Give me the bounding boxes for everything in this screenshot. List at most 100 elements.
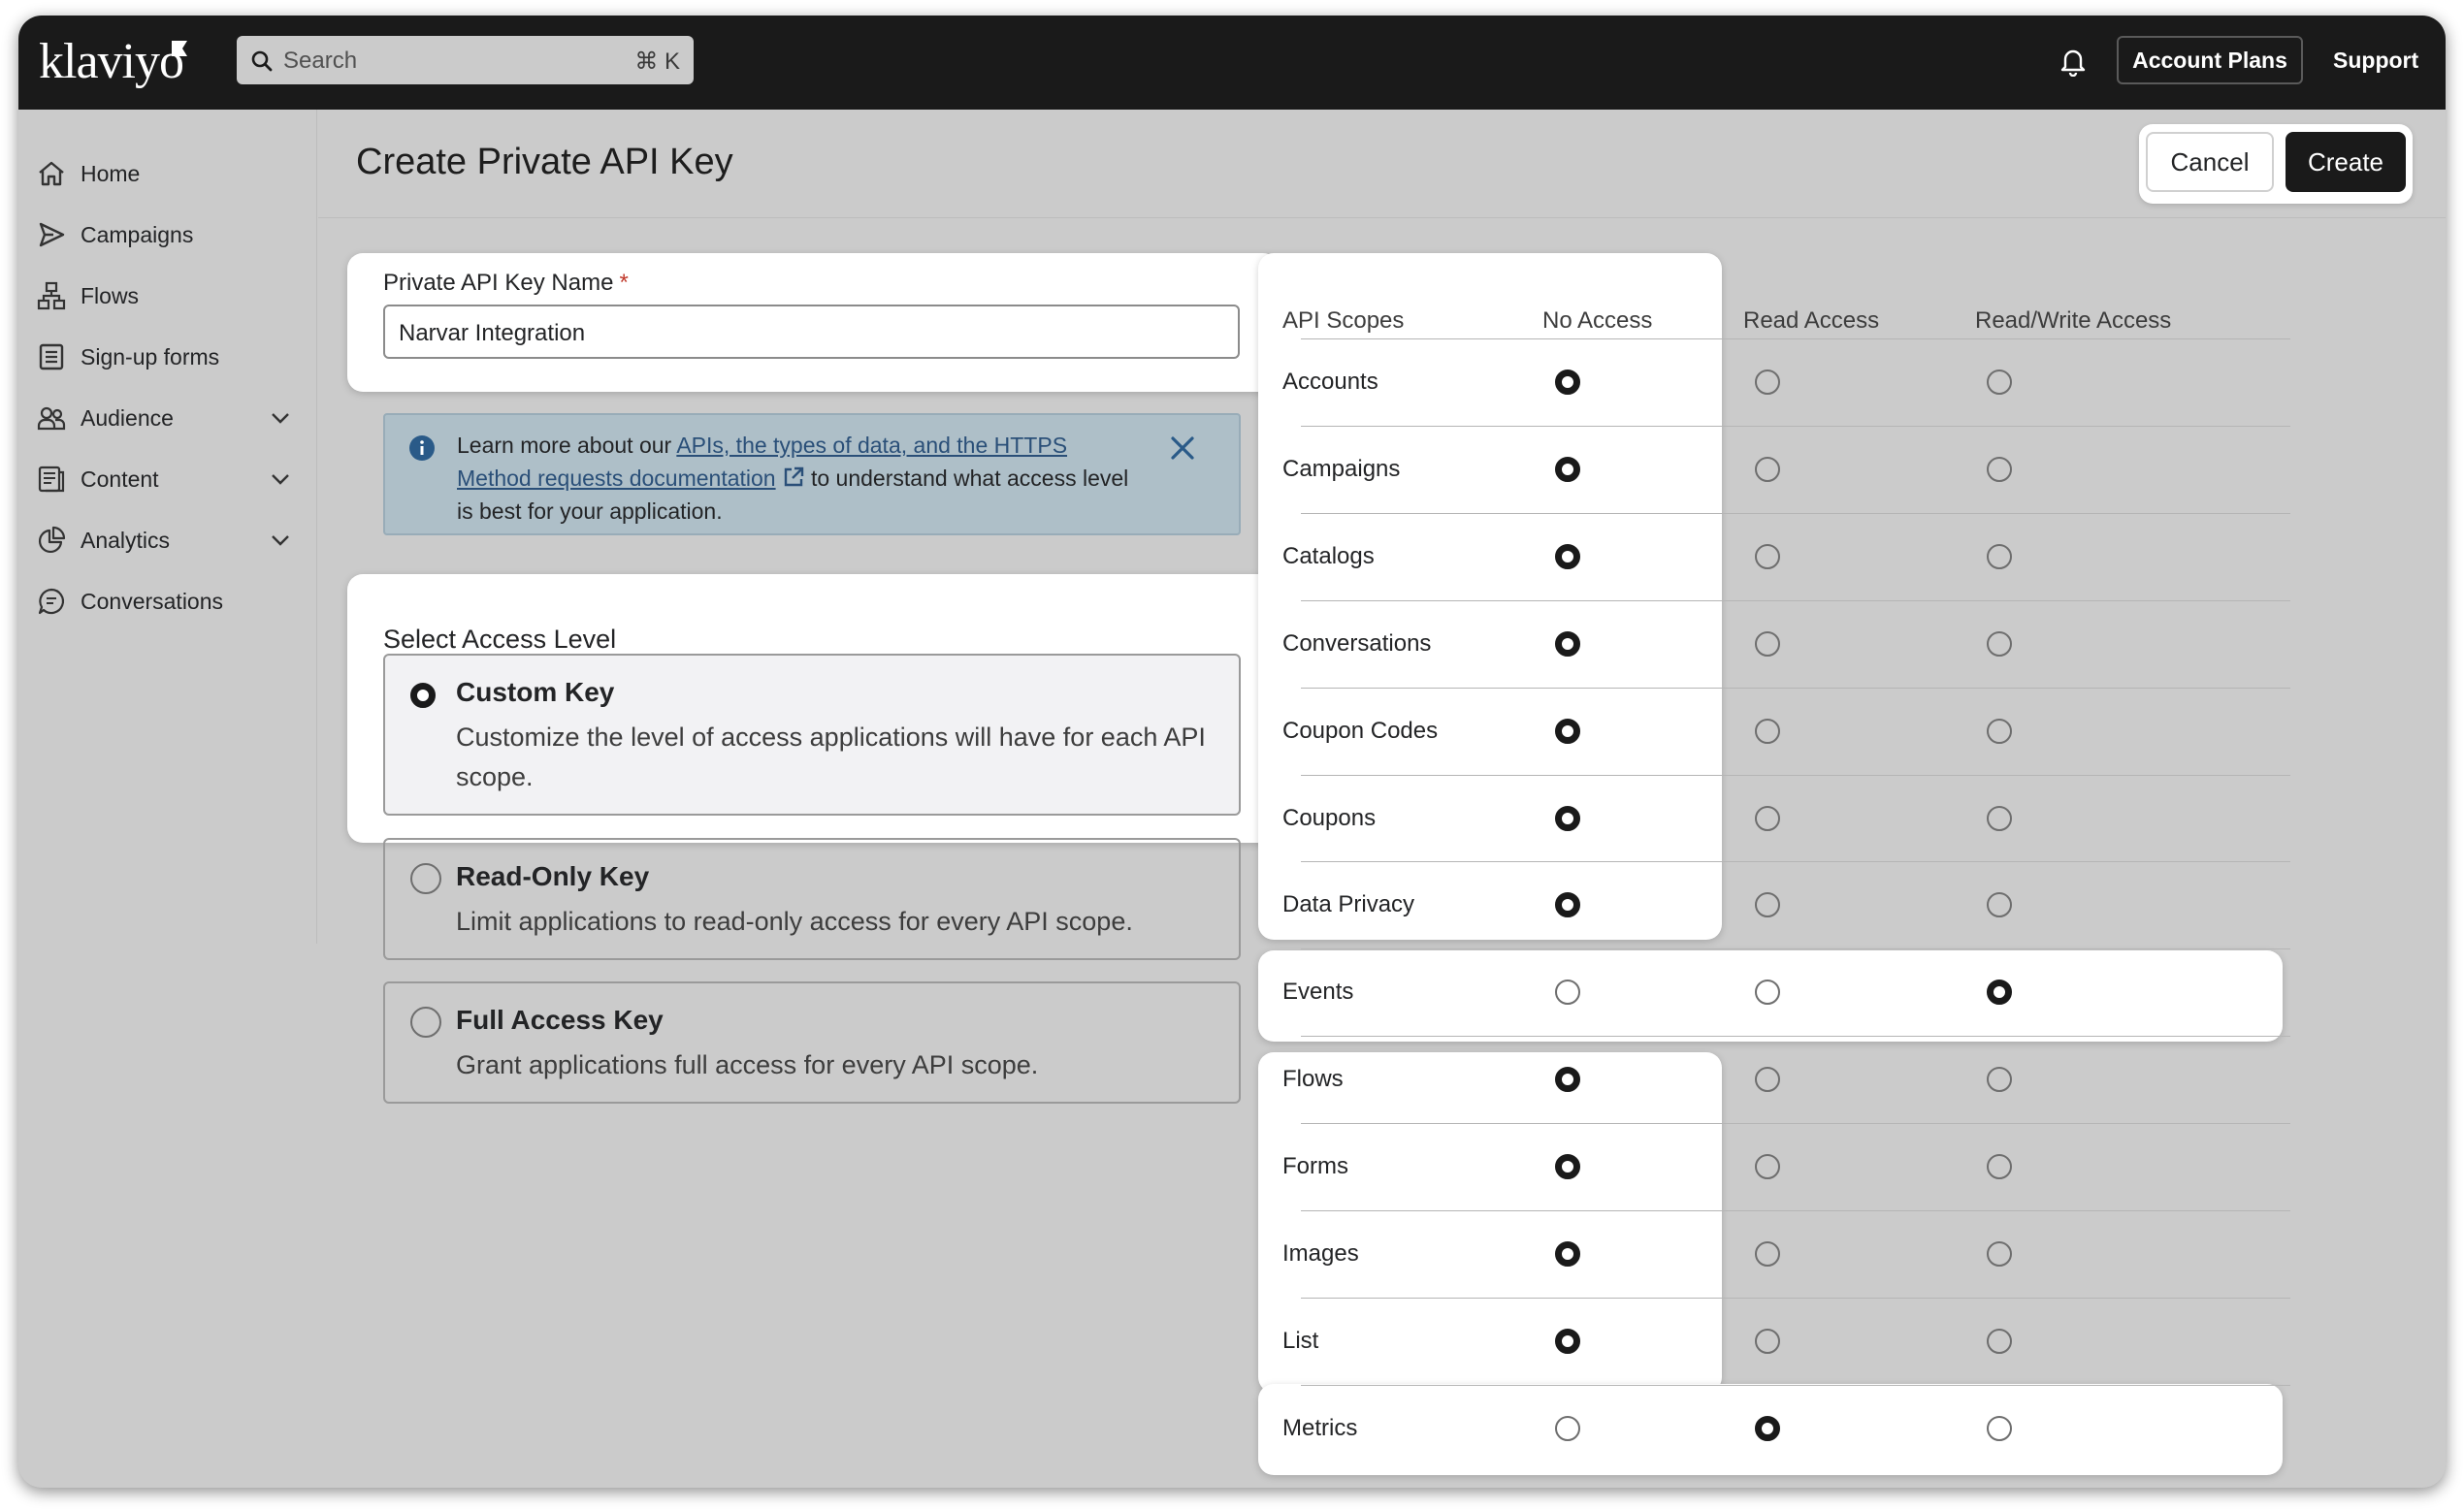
radio-selected-icon[interactable] [1555,457,1580,482]
option-custom-key[interactable]: Custom Key Customize the level of access… [383,654,1241,816]
radio-unselected-icon[interactable] [1755,892,1780,917]
column-header-api-scopes: API Scopes [1282,307,1405,334]
scope-name: Catalogs [1282,543,1375,569]
radio-selected-icon[interactable] [1555,1067,1580,1092]
sidebar-item-content[interactable]: Content [18,454,317,504]
column-header-read-access: Read Access [1743,307,1880,334]
radio-selected-icon[interactable] [1987,980,2012,1005]
radio-selected-icon[interactable] [410,683,436,708]
option-title: Read-Only Key [456,861,650,891]
radio-selected-icon[interactable] [1555,631,1580,657]
sidebar-item-label: Flows [81,282,140,308]
radio-unselected-icon[interactable] [1987,1416,2012,1441]
required-mark: * [619,270,629,296]
radio-unselected-icon[interactable] [1755,1329,1780,1354]
scope-name: Data Privacy [1282,891,1415,917]
close-icon[interactable] [1169,434,1196,462]
radio-unselected-icon[interactable] [1755,369,1780,395]
home-icon [39,161,64,186]
sidebar-item-label: Analytics [81,527,171,553]
info-text: Learn more about our APIs, the types of … [457,433,1129,524]
radio-unselected-icon[interactable] [1755,631,1780,657]
option-description: Customize the level of access applicatio… [456,723,1206,791]
radio-unselected-icon[interactable] [1987,892,2012,917]
radio-unselected-icon[interactable] [410,863,441,894]
radio-unselected-icon[interactable] [1987,457,2012,482]
radio-unselected-icon[interactable] [1555,980,1580,1005]
radio-unselected-icon[interactable] [1755,980,1780,1005]
sidebar-item-analytics[interactable]: Analytics [18,515,317,565]
option-read-only-key[interactable]: Read-Only Key Limit applications to read… [383,838,1241,960]
external-link-icon[interactable] [782,466,805,489]
table-row-divider [1301,775,2290,776]
radio-unselected-icon[interactable] [1755,1067,1780,1092]
sidebar-item-signup-forms[interactable]: Sign-up forms [18,332,317,382]
account-plans-button[interactable]: Account Plans [2117,36,2303,84]
table-row-divider [1301,861,2290,862]
radio-selected-icon[interactable] [1555,1329,1580,1354]
header-divider [318,217,2446,218]
key-name-input[interactable]: Narvar Integration [383,305,1240,359]
radio-selected-icon[interactable] [1555,806,1580,831]
chevron-down-icon [272,413,289,424]
radio-selected-icon[interactable] [1555,892,1580,917]
radio-unselected-icon[interactable] [1987,544,2012,569]
sidebar: Home Campaigns Flows Sign-up forms Audie… [18,110,317,944]
radio-selected-icon[interactable] [1555,544,1580,569]
radio-unselected-icon[interactable] [1987,1329,2012,1354]
scopes-no-access-card [1258,253,1722,940]
radio-unselected-icon[interactable] [1755,1154,1780,1179]
radio-unselected-icon[interactable] [1987,719,2012,744]
sidebar-item-label: Content [81,466,159,492]
column-header-no-access: No Access [1542,307,1653,334]
radio-selected-icon[interactable] [1555,369,1580,395]
radio-unselected-icon[interactable] [1987,631,2012,657]
radio-unselected-icon[interactable] [1755,806,1780,831]
table-row-divider [1301,1123,2290,1124]
radio-unselected-icon[interactable] [1755,544,1780,569]
scope-name: Metrics [1282,1415,1358,1441]
search-input[interactable]: Search ⌘ K [237,36,694,84]
table-row-divider [1301,1036,2290,1037]
scope-name: List [1282,1328,1319,1354]
radio-unselected-icon[interactable] [1987,369,2012,395]
sidebar-item-label: Home [81,160,141,186]
logo-flag-icon [172,41,187,56]
sidebar-item-conversations[interactable]: Conversations [18,576,317,626]
radio-unselected-icon[interactable] [1755,719,1780,744]
scope-name: Accounts [1282,369,1378,395]
radio-unselected-icon[interactable] [1555,1416,1580,1441]
app-window: klaviyo Search ⌘ K Account Plans Support… [18,16,2446,1488]
sidebar-item-campaigns[interactable]: Campaigns [18,209,317,260]
cancel-button[interactable]: Cancel [2146,132,2274,192]
support-link[interactable]: Support [2325,36,2426,84]
radio-selected-icon[interactable] [1555,1241,1580,1267]
radio-selected-icon[interactable] [1555,719,1580,744]
radio-unselected-icon[interactable] [1987,1241,2012,1267]
sidebar-item-audience[interactable]: Audience [18,393,317,443]
create-button[interactable]: Create [2286,132,2406,192]
sidebar-item-flows[interactable]: Flows [18,271,317,321]
option-full-access-key[interactable]: Full Access Key Grant applications full … [383,981,1241,1104]
sidebar-item-label: Campaigns [81,221,194,247]
radio-unselected-icon[interactable] [410,1007,441,1038]
scope-name: Forms [1282,1153,1348,1179]
chevron-down-icon [272,535,289,546]
radio-unselected-icon[interactable] [1987,806,2012,831]
table-row-divider [1301,948,2290,949]
radio-unselected-icon[interactable] [1987,1067,2012,1092]
option-description: Limit applications to read-only access f… [456,907,1133,936]
scopes-no-access-card-lower [1258,1052,1722,1393]
content-icon [38,466,65,493]
bell-icon[interactable] [2059,46,2088,77]
radio-unselected-icon[interactable] [1987,1154,2012,1179]
table-row-divider [1301,1210,2290,1211]
radio-unselected-icon[interactable] [1755,1241,1780,1267]
radio-selected-icon[interactable] [1555,1154,1580,1179]
users-icon [37,406,66,431]
chat-icon [38,588,65,615]
radio-selected-icon[interactable] [1755,1416,1780,1441]
sidebar-item-home[interactable]: Home [18,148,317,199]
klaviyo-logo[interactable]: klaviyo [39,35,184,89]
radio-unselected-icon[interactable] [1755,457,1780,482]
